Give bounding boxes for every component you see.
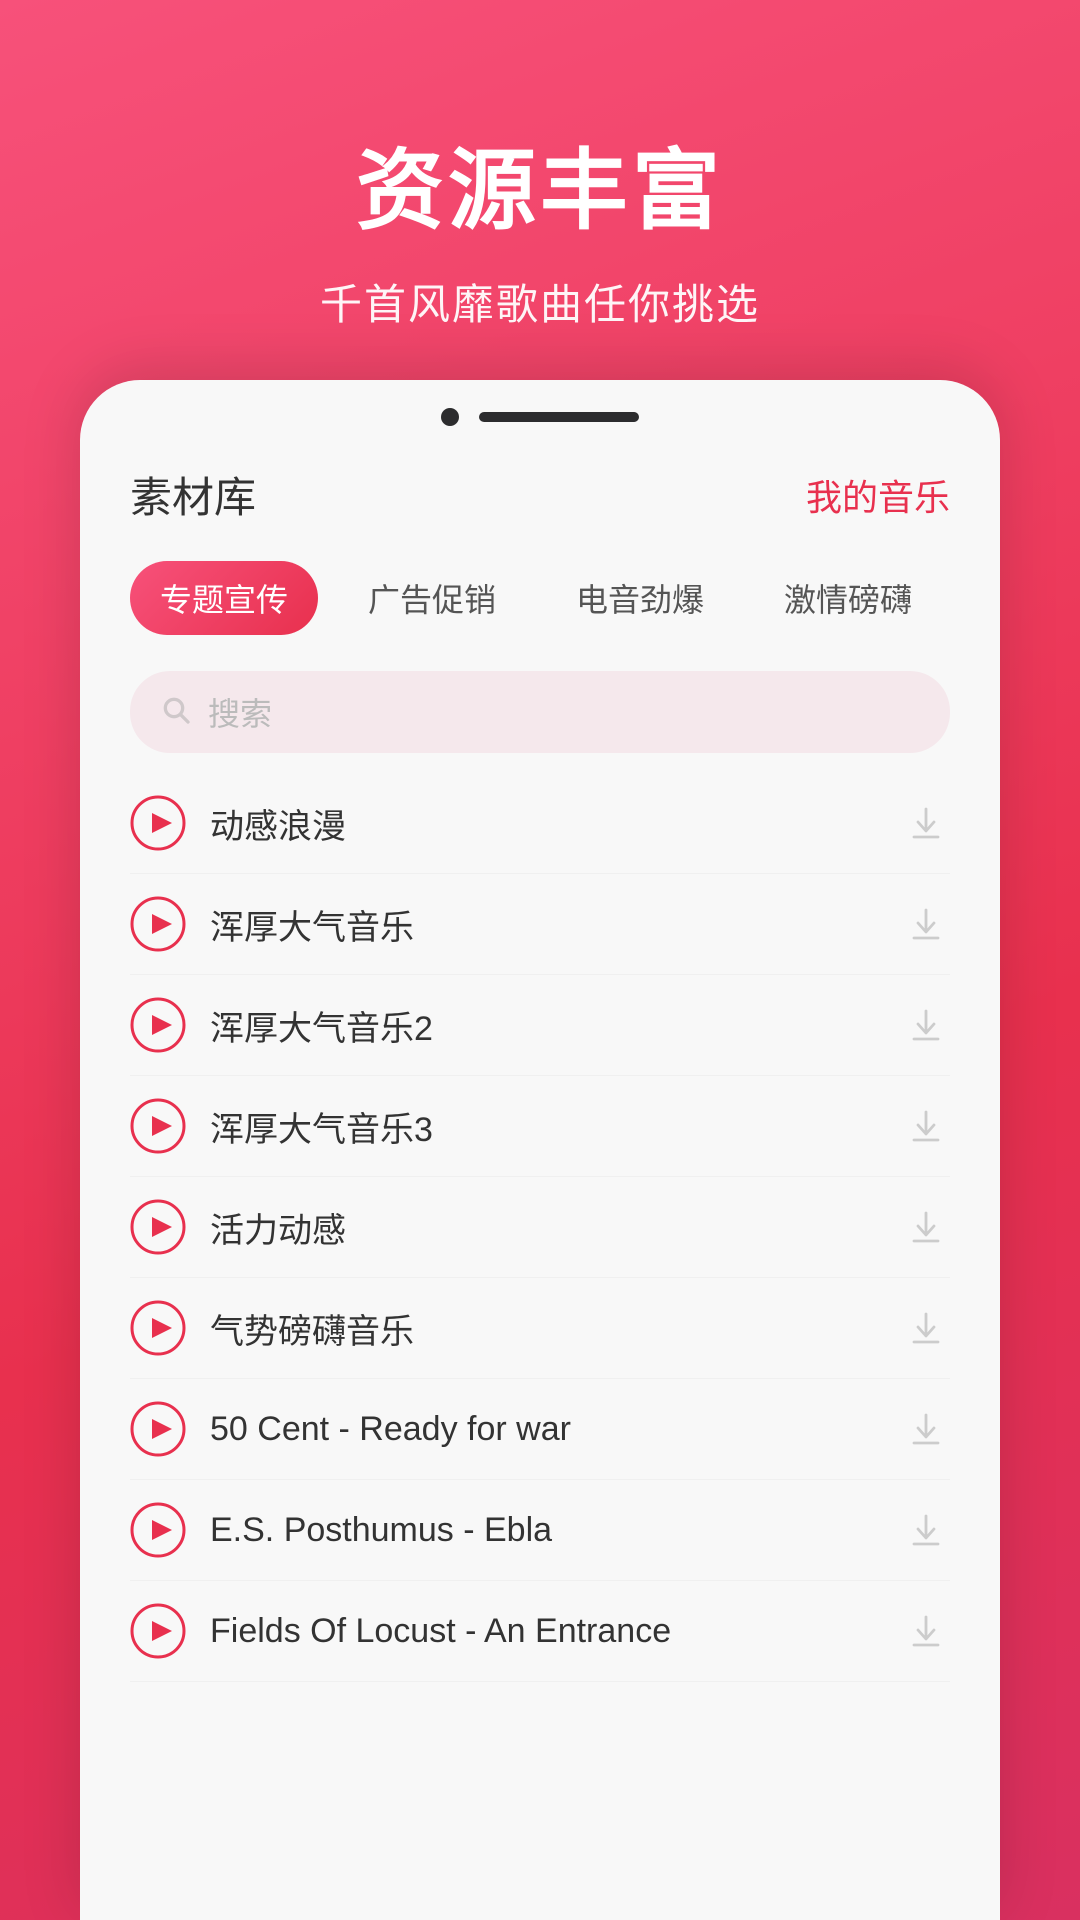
play-button[interactable]	[130, 795, 186, 851]
notch-dot	[441, 408, 459, 426]
list-item: Fields Of Locust - An Entrance	[130, 1581, 950, 1682]
header-title: 资源丰富	[0, 120, 1080, 247]
tab-electronic[interactable]: 电音劲爆	[546, 561, 734, 635]
play-button[interactable]	[130, 1300, 186, 1356]
download-button[interactable]	[902, 1102, 950, 1150]
my-music-link[interactable]: 我的音乐	[806, 469, 950, 521]
list-item: E.S. Posthumus - Ebla	[130, 1480, 950, 1581]
play-button[interactable]	[130, 1502, 186, 1558]
app-nav-title: 素材库	[130, 464, 256, 525]
play-button[interactable]	[130, 1098, 186, 1154]
music-name: 浑厚大气音乐3	[210, 1102, 878, 1151]
play-button[interactable]	[130, 1199, 186, 1255]
play-button[interactable]	[130, 1603, 186, 1659]
search-placeholder: 搜索	[208, 689, 272, 735]
music-name: 气势磅礴音乐	[210, 1304, 878, 1353]
list-item: 动感浪漫	[130, 773, 950, 874]
play-button[interactable]	[130, 997, 186, 1053]
list-item: 浑厚大气音乐	[130, 874, 950, 975]
download-button[interactable]	[902, 799, 950, 847]
download-button[interactable]	[902, 1607, 950, 1655]
tab-featured[interactable]: 专题宣传	[130, 561, 318, 635]
music-name: E.S. Posthumus - Ebla	[210, 1511, 878, 1550]
header-subtitle: 千首风靡歌曲任你挑选	[0, 271, 1080, 332]
phone-mockup: 素材库 我的音乐 专题宣传 广告促销 电音劲爆 激情磅礴 搜索	[80, 380, 1000, 1920]
music-name: 50 Cent - Ready for war	[210, 1410, 878, 1449]
music-name: 浑厚大气音乐2	[210, 1001, 878, 1050]
download-button[interactable]	[902, 1304, 950, 1352]
music-name: 动感浪漫	[210, 799, 878, 848]
download-button[interactable]	[902, 1001, 950, 1049]
download-button[interactable]	[902, 1203, 950, 1251]
play-button[interactable]	[130, 1401, 186, 1457]
search-bar[interactable]: 搜索	[130, 671, 950, 753]
notch-bar	[479, 412, 639, 422]
download-button[interactable]	[902, 900, 950, 948]
music-list: 动感浪漫 浑厚大气音乐	[130, 773, 950, 1682]
app-header: 素材库 我的音乐	[130, 464, 950, 525]
category-tabs: 专题宣传 广告促销 电音劲爆 激情磅礴	[130, 561, 950, 635]
list-item: 浑厚大气音乐3	[130, 1076, 950, 1177]
list-item: 气势磅礴音乐	[130, 1278, 950, 1379]
tab-ad[interactable]: 广告促销	[338, 561, 526, 635]
search-icon	[160, 694, 192, 731]
download-button[interactable]	[902, 1506, 950, 1554]
music-name: Fields Of Locust - An Entrance	[210, 1612, 878, 1651]
list-item: 50 Cent - Ready for war	[130, 1379, 950, 1480]
phone-notch	[80, 380, 1000, 444]
music-name: 活力动感	[210, 1203, 878, 1252]
header-section: 资源丰富 千首风靡歌曲任你挑选	[0, 0, 1080, 332]
download-button[interactable]	[902, 1405, 950, 1453]
play-button[interactable]	[130, 896, 186, 952]
app-content: 素材库 我的音乐 专题宣传 广告促销 电音劲爆 激情磅礴 搜索	[80, 444, 1000, 1904]
music-name: 浑厚大气音乐	[210, 900, 878, 949]
tab-epic[interactable]: 激情磅礴	[754, 561, 942, 635]
list-item: 活力动感	[130, 1177, 950, 1278]
list-item: 浑厚大气音乐2	[130, 975, 950, 1076]
